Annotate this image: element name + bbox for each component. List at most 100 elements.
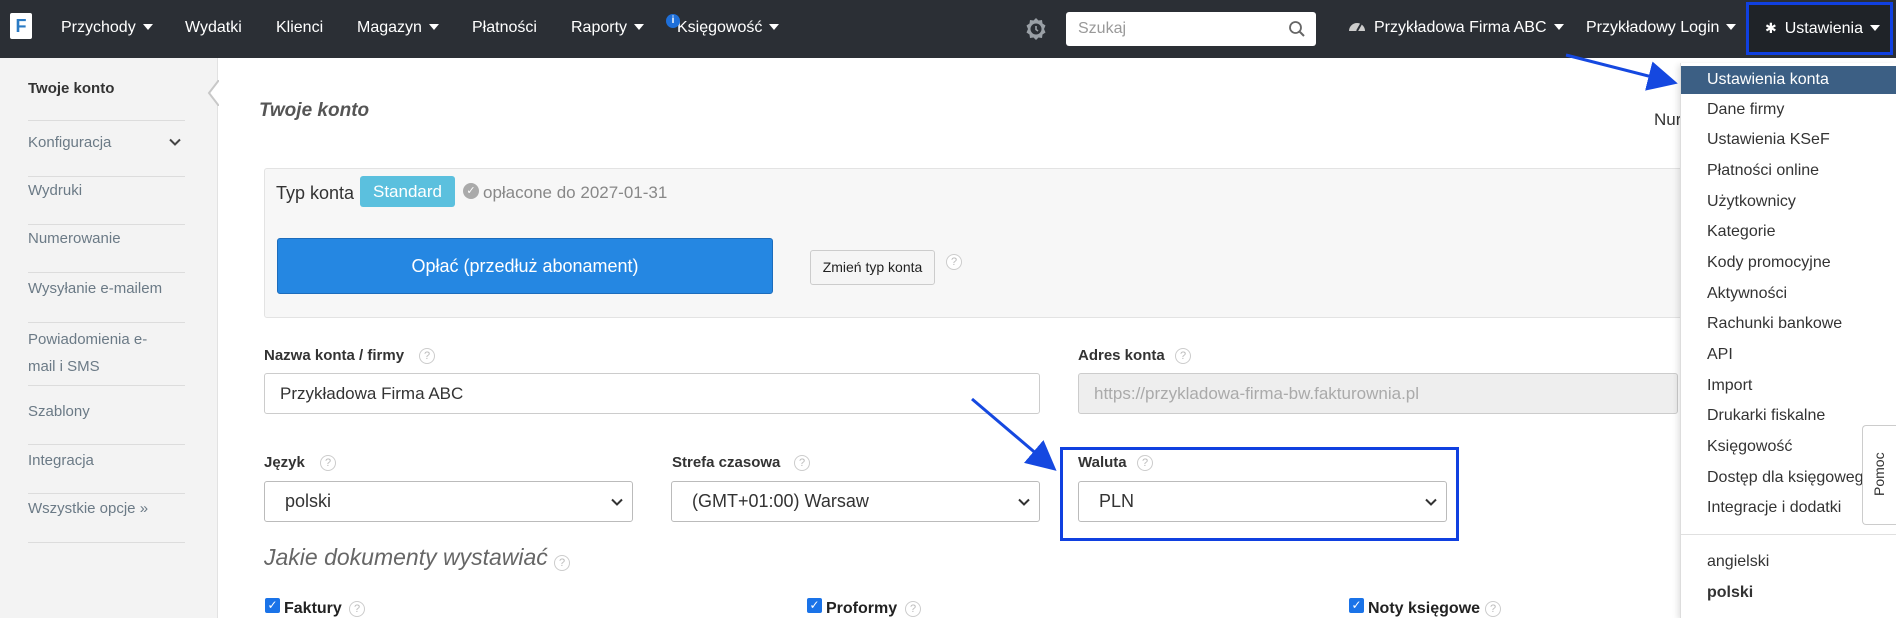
checkbox-label: Faktury — [284, 600, 342, 617]
sidebar-item-label: Wysyłanie e-mailem — [28, 280, 163, 297]
timezone-select[interactable]: (GMT+01:00) Warsaw — [671, 481, 1040, 522]
page-title: Twoje konto — [259, 100, 370, 121]
nav-label: Przychody — [61, 19, 136, 36]
sidebar-item-label: Integracja — [28, 452, 94, 469]
settings-dropdown-menu: Ustawienia konta Dane firmy Ustawienia K… — [1680, 63, 1896, 618]
clock-badge-icon[interactable] — [1024, 17, 1048, 41]
company-name: Przykładowa Firma ABC — [1374, 19, 1547, 36]
sidebar-item-wszystkie-opcje[interactable]: Wszystkie opcje » — [28, 500, 185, 543]
menu-item-ustawienia-konta[interactable]: Ustawienia konta — [1681, 66, 1896, 94]
company-switcher[interactable]: Przykładowa Firma ABC — [1348, 0, 1564, 55]
help-side-tab[interactable]: Pomoc — [1862, 425, 1896, 525]
caret-down-icon — [1870, 24, 1880, 31]
help-icon[interactable]: ? — [905, 601, 921, 617]
menu-item-ustawienia-ksef[interactable]: Ustawienia KSeF — [1681, 126, 1896, 154]
nav-item-klienci[interactable]: Klienci — [276, 0, 323, 55]
pay-subscription-button[interactable]: Opłać (przedłuż abonament) — [277, 238, 773, 294]
menu-item-api[interactable]: API — [1681, 341, 1896, 369]
plan-type-label: Typ konta — [276, 183, 355, 203]
user-login: Przykładowy Login — [1586, 19, 1720, 36]
nav-item-wydatki[interactable]: Wydatki — [185, 0, 242, 55]
sidebar-item-szablony[interactable]: Szablony — [28, 403, 185, 445]
sidebar-item-label: Twoje konto — [28, 80, 115, 97]
sidebar-item-wysylanie-e-mailem[interactable]: Wysyłanie e-mailem — [28, 280, 185, 323]
chevron-down-icon — [611, 498, 623, 506]
nav-item-magazyn[interactable]: Magazyn — [357, 0, 439, 55]
search-icon[interactable] — [1288, 20, 1306, 38]
arrow-to-account-settings — [1565, 53, 1678, 91]
account-name-label: Nazwa konta / firmy — [264, 347, 405, 364]
menu-item-uzytkownicy[interactable]: Użytkownicy — [1681, 188, 1896, 216]
menu-item-dane-firmy[interactable]: Dane firmy — [1681, 96, 1896, 124]
caret-down-icon — [142, 23, 153, 30]
search-box — [1066, 12, 1316, 46]
help-icon[interactable]: ? — [554, 555, 570, 571]
currency-select[interactable]: PLN — [1078, 481, 1447, 522]
caret-down-icon — [1553, 23, 1564, 30]
checkbox-proformy[interactable]: ✓ — [807, 598, 822, 613]
sidebar-item-twoje-konto[interactable]: Twoje konto — [28, 80, 185, 121]
sidebar-item-label: Powiadomienia e-mail i SMS — [28, 331, 148, 375]
menu-item-import[interactable]: Import — [1681, 372, 1896, 400]
nav-label: Wydatki — [185, 19, 242, 36]
sidebar-item-powiadomienia[interactable]: Powiadomienia e-mail i SMS — [28, 326, 185, 386]
check-circle-icon: ✓ — [463, 183, 479, 199]
menu-item-lang-angielski[interactable]: angielski — [1681, 548, 1896, 576]
currency-label: Waluta — [1078, 454, 1127, 471]
user-menu[interactable]: Przykładowy Login — [1586, 0, 1737, 55]
account-name-input[interactable]: Przykładowa Firma ABC — [264, 373, 1040, 414]
help-icon[interactable]: ? — [1137, 455, 1153, 471]
dashboard-gauge-icon — [1349, 22, 1365, 32]
settings-sidebar: Twoje konto Konfiguracja Wydruki Numerow… — [0, 58, 218, 618]
sidebar-item-label: Szablony — [28, 403, 90, 420]
sidebar-item-integracja[interactable]: Integracja — [28, 452, 185, 494]
language-select[interactable]: polski — [264, 481, 633, 522]
nav-label: Księgowość — [677, 19, 763, 36]
account-address-input: https://przykladowa-firma-bw.fakturownia… — [1078, 373, 1678, 414]
search-input[interactable] — [1066, 12, 1280, 46]
sidebar-item-label: Konfiguracja — [28, 134, 112, 151]
sidebar-item-wydruki[interactable]: Wydruki — [28, 182, 185, 225]
help-icon[interactable]: ? — [320, 455, 336, 471]
language-label: Język — [264, 454, 305, 471]
help-icon[interactable]: ? — [419, 348, 435, 364]
help-tab-label: Pomoc — [1871, 452, 1887, 496]
settings-menu-button[interactable]: ✱ Ustawienia — [1746, 2, 1893, 55]
help-icon[interactable]: ? — [794, 455, 810, 471]
chevron-down-icon — [1018, 498, 1030, 506]
documents-section-title: Jakie dokumenty wystawiać — [264, 544, 548, 570]
sidebar-item-label: Numerowanie — [28, 230, 121, 247]
change-plan-button[interactable]: Zmień typ konta — [810, 250, 935, 285]
help-icon[interactable]: ? — [1485, 601, 1501, 617]
nav-item-platnosci[interactable]: Płatności — [472, 0, 537, 55]
sidebar-collapse-notch[interactable] — [205, 80, 219, 106]
menu-item-rachunki-bankowe[interactable]: Rachunki bankowe — [1681, 310, 1896, 338]
menu-item-kody-promocyjne[interactable]: Kody promocyjne — [1681, 249, 1896, 277]
truncated-label: Nur — [1654, 110, 1682, 129]
menu-item-lang-polski[interactable]: polski — [1681, 579, 1896, 607]
help-icon[interactable]: ? — [349, 601, 365, 617]
help-icon[interactable]: ? — [1175, 348, 1191, 364]
sidebar-item-konfiguracja[interactable]: Konfiguracja — [28, 134, 185, 177]
paid-until-text: opłacone do 2027-01-31 — [483, 183, 668, 202]
nav-label: Płatności — [472, 19, 537, 36]
checkbox-faktury[interactable]: ✓ — [265, 598, 280, 613]
nav-item-ksiegowosc[interactable]: Księgowość — [677, 0, 780, 55]
checkbox-noty-ksiegowe[interactable]: ✓ — [1349, 598, 1364, 613]
checkbox-label: Noty księgowe — [1368, 600, 1481, 617]
menu-item-kategorie[interactable]: Kategorie — [1681, 218, 1896, 246]
nav-item-raporty[interactable]: Raporty — [571, 0, 645, 55]
app-logo[interactable]: F — [10, 13, 32, 39]
menu-item-platnosci-online[interactable]: Płatności online — [1681, 157, 1896, 185]
menu-item-aktywnosci[interactable]: Aktywności — [1681, 280, 1896, 308]
sidebar-item-numerowanie[interactable]: Numerowanie — [28, 230, 185, 273]
sidebar-item-label: Wydruki — [28, 182, 83, 199]
checkbox-label: Proformy — [826, 600, 898, 617]
timezone-select-value: (GMT+01:00) Warsaw — [692, 491, 869, 511]
caret-down-icon — [1726, 23, 1737, 30]
nav-item-przychody[interactable]: Przychody — [61, 0, 153, 55]
top-navbar: F Przychody Wydatki Klienci Magazyn Płat… — [0, 0, 1896, 58]
help-icon[interactable]: ? — [946, 254, 962, 270]
info-badge-icon: i — [666, 14, 680, 28]
caret-down-icon — [428, 23, 439, 30]
